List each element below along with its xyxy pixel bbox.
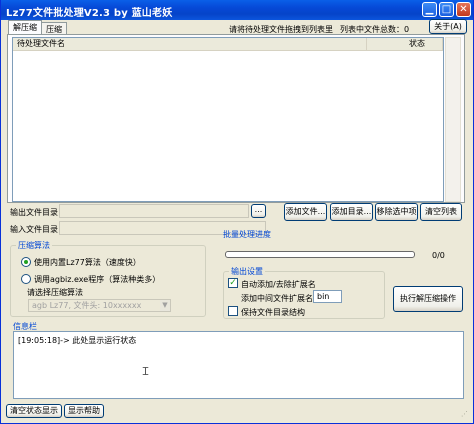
info-log[interactable]: [19:05:18]-> 此处显示运行状态 Ｉ	[13, 331, 464, 399]
add-file-button[interactable]: 添加文件...	[284, 203, 327, 221]
external-algo-radio[interactable]	[21, 274, 31, 284]
window-title: Lz77文件批处理V2.3 by 蓝山老妖	[6, 8, 173, 19]
close-button[interactable]: ✕	[456, 2, 471, 17]
resize-grip-icon[interactable]: ⋰	[461, 410, 468, 418]
input-dir-label: 输入文件目录	[10, 225, 58, 234]
compress-algo-title: 压缩算法	[16, 240, 52, 251]
compress-algo-group: 压缩算法 使用内置Lz77算法（速度快） 调用agbiz.exe程序（算法种类多…	[10, 240, 206, 317]
output-dir-field[interactable]	[59, 204, 249, 218]
remove-selected-button[interactable]: 移除选中项	[375, 203, 418, 221]
builtin-algo-radio[interactable]	[21, 257, 31, 267]
external-algo-label: 调用agbiz.exe程序（算法种类多）	[34, 275, 161, 284]
app-window: Lz77文件批处理V2.3 by 蓝山老妖 ▁ □ ✕ 解压缩 压缩 请将待处理…	[0, 0, 474, 424]
text-cursor-icon: Ｉ	[140, 365, 151, 378]
column-filename[interactable]: 待处理文件名	[13, 38, 367, 50]
add-mid-ext-label: 添加中间文件扩展名	[241, 294, 313, 303]
minimize-button[interactable]: ▁	[422, 2, 437, 17]
clear-list-button[interactable]: 清空列表	[420, 203, 462, 221]
add-dir-button[interactable]: 添加目录...	[330, 203, 373, 221]
mid-ext-input[interactable]: bin	[313, 290, 342, 303]
builtin-algo-label: 使用内置Lz77算法（速度快）	[34, 258, 141, 267]
clear-status-button[interactable]: 清空状态显示	[6, 404, 62, 418]
tab-decompress[interactable]: 解压缩	[8, 20, 42, 35]
tab-panel: 待处理文件名 状态	[7, 34, 465, 203]
maximize-icon: □	[441, 4, 452, 15]
output-settings-group: 输出设置 ✓ 自动添加/去除扩展名 添加中间文件扩展名 bin 保持文件目录结构	[223, 266, 385, 319]
progress-text: 0/0	[432, 251, 445, 260]
show-help-button[interactable]: 显示帮助	[64, 404, 104, 418]
algo-select[interactable]: agb Lz77, 文件头: 10xxxxxx	[28, 299, 171, 312]
minimize-icon: ▁	[425, 4, 434, 15]
choose-algo-label: 请选择压缩算法	[27, 288, 83, 297]
keep-structure-label: 保持文件目录结构	[241, 308, 305, 317]
info-log-line: [19:05:18]-> 此处显示运行状态	[18, 336, 137, 345]
maximize-button[interactable]: □	[439, 2, 454, 17]
chevron-down-icon[interactable]: ▼	[160, 300, 170, 311]
browse-output-button[interactable]: ...	[251, 204, 266, 218]
auto-ext-checkbox[interactable]: ✓	[228, 278, 238, 288]
progress-title: 批量处理进度	[223, 230, 271, 239]
list-header: 待处理文件名 状态	[13, 38, 443, 51]
title-bar[interactable]: Lz77文件批处理V2.3 by 蓝山老妖 ▁ □ ✕	[1, 0, 473, 20]
file-list[interactable]: 待处理文件名 状态	[12, 37, 444, 202]
run-decompress-button[interactable]: 执行解压缩操作	[393, 286, 463, 312]
close-icon: ✕	[459, 4, 468, 15]
output-settings-title: 输出设置	[229, 266, 265, 277]
algo-select-value: agb Lz77, 文件头: 10xxxxxx	[32, 301, 142, 310]
keep-structure-checkbox[interactable]	[228, 306, 238, 316]
list-scrollbar[interactable]	[445, 37, 461, 202]
progress-bar	[225, 251, 415, 258]
column-status[interactable]: 状态	[367, 38, 443, 50]
output-dir-label: 输出文件目录	[10, 208, 58, 217]
auto-ext-label: 自动添加/去除扩展名	[241, 280, 316, 289]
about-button[interactable]: 关于(A)	[429, 19, 467, 34]
